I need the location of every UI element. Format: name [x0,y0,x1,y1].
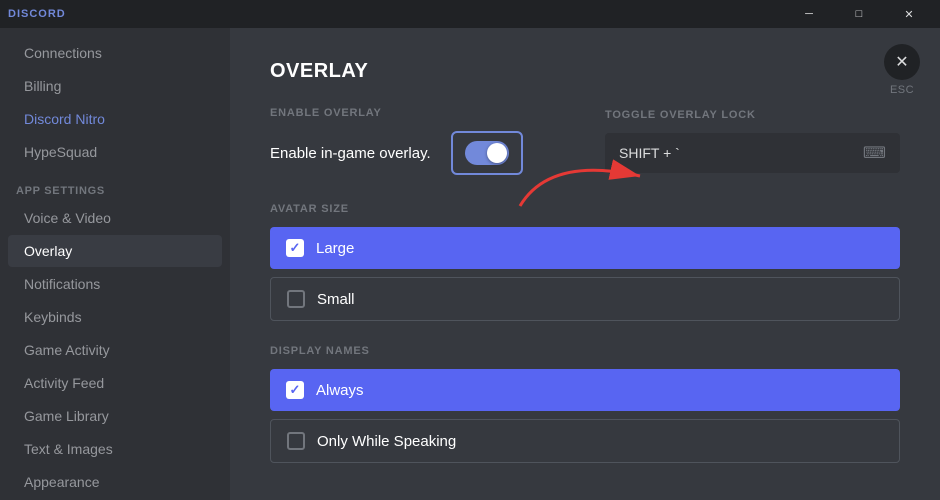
display-names-section: DISPLAY NAMES Always Only While Speaking [270,345,900,463]
overlay-header-row: ENABLE OVERLAY Enable in-game overlay. T… [270,107,900,175]
avatar-small-label: Small [317,291,355,308]
sidebar-item-discord-nitro[interactable]: Discord Nitro [8,103,222,135]
sidebar: Connections Billing Discord Nitro HypeSq… [0,28,230,500]
avatar-small-option[interactable]: Small [270,277,900,321]
page-title: OVERLAY [270,60,900,83]
avatar-size-label: AVATAR SIZE [270,203,900,215]
maximize-button[interactable]: □ [836,0,882,28]
avatar-size-section: AVATAR SIZE Large Small [270,203,900,321]
keybind-display[interactable]: SHIFT + ` ⌨ [605,133,900,173]
esc-label: ESC [890,84,914,96]
sidebar-item-billing[interactable]: Billing [8,70,222,102]
toggle-overlay-lock-label: TOGGLE OVERLAY LOCK [605,109,900,121]
window-close-button[interactable]: ✕ [886,0,932,28]
main-layout: Connections Billing Discord Nitro HypeSq… [0,28,940,500]
sidebar-section-app-settings: APP SETTINGS [0,169,230,201]
enable-overlay-toggle[interactable] [465,141,509,165]
toggle-knob [487,143,507,163]
display-always-option[interactable]: Always [270,369,900,411]
sidebar-item-keybinds[interactable]: Keybinds [8,301,222,333]
enable-overlay-section: ENABLE OVERLAY Enable in-game overlay. [270,107,565,175]
sidebar-item-notifications[interactable]: Notifications [8,268,222,300]
display-always-checkbox[interactable] [286,381,304,399]
avatar-large-label: Large [316,240,354,257]
esc-button[interactable]: ✕ ESC [884,44,920,96]
display-speaking-checkbox[interactable] [287,432,305,450]
enable-ingame-text: Enable in-game overlay. [270,145,431,162]
sidebar-item-overlay[interactable]: Overlay [8,235,222,267]
content-inner: OVERLAY ENABLE OVERLAY Enable in-game ov… [230,28,940,500]
sidebar-item-game-library[interactable]: Game Library [8,400,222,432]
minimize-button[interactable]: ─ [786,0,832,28]
keyboard-icon: ⌨ [863,143,886,163]
keybind-value: SHIFT + ` [619,145,853,161]
titlebar-left: DISCORD [8,8,66,20]
sidebar-item-activity-feed[interactable]: Activity Feed [8,367,222,399]
sidebar-item-game-activity[interactable]: Game Activity [8,334,222,366]
avatar-large-checkbox[interactable] [286,239,304,257]
close-icon[interactable]: ✕ [884,44,920,80]
toggle-lock-section: TOGGLE OVERLAY LOCK SHIFT + ` ⌨ [605,109,900,173]
titlebar: DISCORD ─ □ ✕ [0,0,940,28]
avatar-large-option[interactable]: Large [270,227,900,269]
sidebar-item-hypesquad[interactable]: HypeSquad [8,136,222,168]
sidebar-item-text-images[interactable]: Text & Images [8,433,222,465]
sidebar-item-connections[interactable]: Connections [8,37,222,69]
display-speaking-label: Only While Speaking [317,433,456,450]
toggle-overlay-box [451,131,523,175]
display-speaking-option[interactable]: Only While Speaking [270,419,900,463]
sidebar-item-appearance[interactable]: Appearance [8,466,222,498]
content-area: ✕ ESC OVERLAY ENABLE OVERLAY Enable in-g… [230,28,940,500]
avatar-small-checkbox[interactable] [287,290,305,308]
display-always-label: Always [316,382,364,399]
sidebar-item-voice-video[interactable]: Voice & Video [8,202,222,234]
display-names-label: DISPLAY NAMES [270,345,900,357]
titlebar-controls: ─ □ ✕ [786,0,932,28]
enable-overlay-label: ENABLE OVERLAY [270,107,565,119]
app-logo: DISCORD [8,8,66,20]
